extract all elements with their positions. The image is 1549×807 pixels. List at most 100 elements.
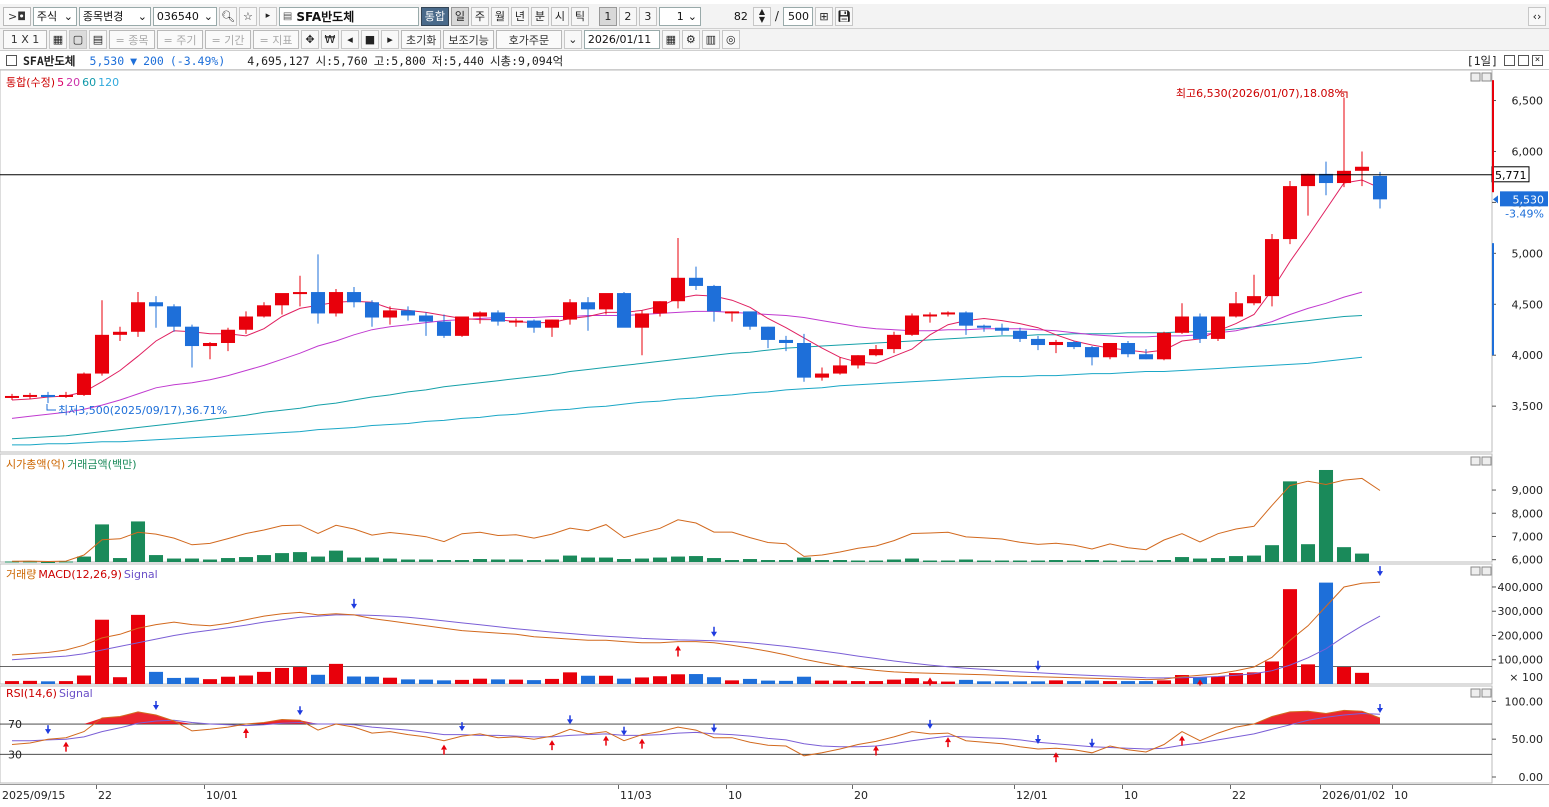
candle-body — [886, 334, 902, 350]
calendar-icon[interactable]: ▦ — [661, 30, 680, 49]
period-month-tab[interactable]: 월 — [490, 6, 509, 26]
x-tick-label: 2025/09/15 — [2, 789, 66, 802]
amount-bar — [220, 558, 236, 562]
combined-button[interactable]: 통합 — [420, 6, 449, 26]
maximize-icon[interactable] — [1518, 55, 1529, 66]
add-window-icon[interactable]: ⊞ — [814, 6, 833, 26]
period-day-tab[interactable]: 일 — [450, 6, 469, 26]
minimize-icon[interactable] — [1504, 55, 1515, 66]
period-minute-tab[interactable]: 분 — [530, 6, 549, 26]
volume-bar — [868, 681, 884, 684]
x-tick — [1320, 785, 1321, 789]
stock-code-input[interactable]: 036540 ⌄ — [152, 6, 217, 26]
candle-body — [292, 292, 308, 295]
collapse-icon[interactable]: ‹› — [1528, 6, 1546, 26]
candle-body — [1210, 316, 1226, 339]
search-icon[interactable]: 🔍︎ — [218, 6, 237, 26]
amount-bar — [904, 558, 920, 562]
favorite-star-icon[interactable]: ☆ — [238, 6, 257, 26]
x-tick-label: 10 — [728, 789, 742, 802]
checkbox-icon[interactable] — [6, 55, 17, 66]
amount-bar — [1246, 555, 1262, 562]
settings-icon[interactable]: ⚙ — [681, 30, 700, 49]
candle-body — [490, 312, 506, 322]
num-1-button[interactable]: 1 — [598, 6, 617, 26]
print-icon[interactable]: ▥ — [701, 30, 720, 49]
chevron-down-icon: ⌄ — [137, 9, 147, 23]
vol-y-tick: 400,000 — [1498, 581, 1544, 594]
chevron-down-icon[interactable]: ⌄ — [563, 30, 582, 49]
prev-icon[interactable]: ◂ — [341, 30, 359, 49]
amount-bar — [958, 559, 974, 562]
period-year-tab[interactable]: 년 — [510, 6, 529, 26]
y-tick-label: 6,000 — [1512, 145, 1544, 158]
date-input[interactable]: 2026/01/11 — [583, 30, 660, 49]
volume-bar — [1138, 681, 1154, 684]
volume-bar — [76, 675, 92, 684]
period-week-tab[interactable]: 주 — [470, 6, 489, 26]
volume-bar — [652, 676, 668, 684]
volume-bar — [778, 680, 794, 684]
count-spinner-icon[interactable]: ▲ ▼ — [752, 6, 771, 26]
candle-body — [1048, 341, 1064, 346]
grid-icon[interactable]: ▦ — [49, 30, 67, 49]
news-icon[interactable]: ▸ — [258, 6, 277, 26]
x-tick-label: 22 — [98, 789, 112, 802]
candle-body — [1138, 354, 1154, 360]
cycle-button[interactable]: = 주기 — [157, 30, 203, 49]
y-tick-label: 4,000 — [1512, 349, 1544, 362]
candle-body — [1174, 316, 1190, 333]
candle-body — [1246, 296, 1262, 304]
chart-area[interactable]: 6,5006,0005,5005,0004,5004,0003,5005,771… — [0, 70, 1549, 784]
indicator-button[interactable]: = 지표 — [253, 30, 299, 49]
layout-button[interactable]: 1 X 1 — [3, 30, 47, 49]
reset-button[interactable]: 초기화 — [401, 30, 442, 49]
candle-body — [148, 302, 164, 307]
y-tick-label: 3,500 — [1512, 400, 1544, 413]
amount-bar — [310, 556, 326, 562]
volume-bar — [220, 676, 236, 684]
next-icon[interactable]: ▸ — [381, 30, 399, 49]
aux-function-button[interactable]: 보조기능 — [443, 30, 494, 49]
candle-body — [778, 339, 794, 343]
volume-bar — [814, 680, 830, 684]
single-view-icon[interactable]: ▢ — [69, 30, 87, 49]
count-input[interactable]: 82 — [703, 7, 751, 26]
candle-body — [184, 326, 200, 347]
symbol-button[interactable]: = 종목 — [109, 30, 155, 49]
market-select[interactable]: 주식 ⌄ — [32, 6, 77, 26]
interval-input[interactable]: 1 ⌄ — [658, 6, 701, 26]
close-icon[interactable]: × — [1532, 55, 1543, 66]
amount-bar — [166, 558, 182, 562]
period-hour-tab[interactable]: 시 — [550, 6, 569, 26]
volume-bar — [256, 671, 272, 684]
num-3-button[interactable]: 3 — [638, 6, 657, 26]
order-button[interactable]: 호가주문 — [495, 30, 562, 49]
change-symbol-select[interactable]: 종목변경 ⌄ — [78, 6, 151, 26]
legend-ma60: 60 — [82, 75, 97, 89]
stop-icon[interactable]: ■ — [361, 30, 379, 49]
save-icon[interactable]: 💾︎ — [834, 6, 853, 26]
volume-bar — [274, 667, 290, 684]
rsi-y-tick: 100.00 — [1505, 695, 1544, 708]
global-icon[interactable]: ◎ — [721, 30, 740, 49]
candle-body — [40, 394, 56, 397]
candle-body — [1156, 332, 1172, 360]
currency-button[interactable]: ₩ — [321, 30, 339, 49]
stock-name-icon: ▤ — [282, 10, 293, 22]
period-button[interactable]: = 기간 — [205, 30, 251, 49]
total-input[interactable]: 500 — [782, 6, 813, 26]
expand-button[interactable]: >◘ — [3, 6, 31, 26]
volume-bar — [58, 681, 74, 684]
stock-name-field: ▤ SFA반도체 — [278, 6, 419, 26]
change-symbol-value: 종목변경 — [82, 10, 124, 23]
down-arrow-icon: ▼ — [130, 53, 138, 68]
period-tick-tab[interactable]: 틱 — [570, 6, 589, 26]
num-2-button[interactable]: 2 — [618, 6, 637, 26]
table-icon[interactable]: ▤ — [89, 30, 107, 49]
volume-bar — [202, 679, 218, 684]
panel-max-icon — [1481, 456, 1492, 466]
candle-body — [472, 312, 488, 317]
amount-bar — [508, 559, 524, 562]
move-icon[interactable]: ✥ — [301, 30, 319, 49]
